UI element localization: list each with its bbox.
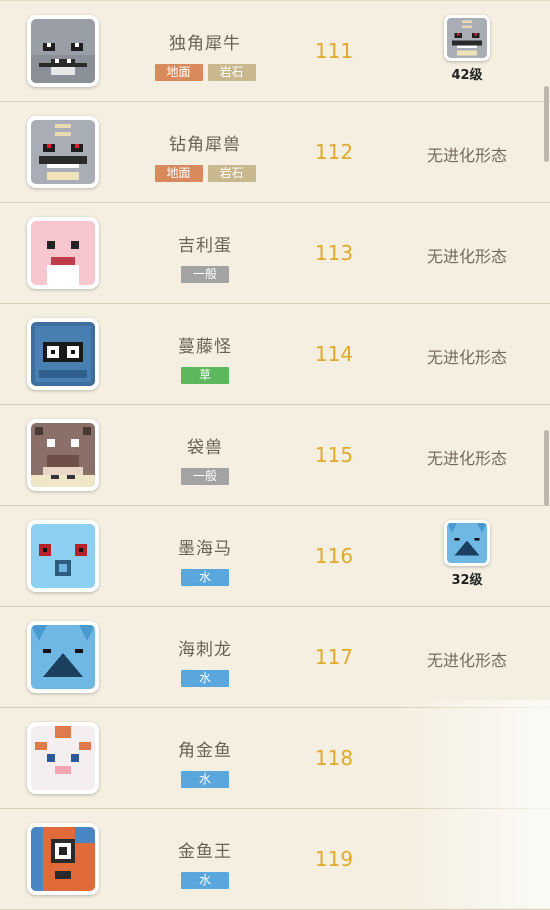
pokemon-name: 袋兽 [187,438,223,458]
list-item[interactable]: 蔓藤怪 草 114 无进化形态 [0,304,550,405]
list-item[interactable]: 墨海马 水 116 32级 [0,506,550,607]
pokedex-number: 112 [314,140,354,164]
type-badges: 水 [125,569,285,586]
type-badge: 岩石 [207,64,256,81]
type-badges: 水 [125,872,285,889]
goldeen-icon [27,722,99,794]
pokemon-name: 墨海马 [178,539,232,559]
pokedex-number: 113 [314,241,354,265]
pokemon-name: 钻角犀兽 [169,135,241,155]
pokedex-number: 119 [314,847,354,871]
type-badges: 一般 [125,468,285,485]
no-evolution-text: 无进化形态 [426,449,507,468]
list-item[interactable]: 独角犀牛 地面 岩石 111 42级 [0,0,550,102]
kangaskhan-icon [27,419,99,491]
seadra-icon [27,621,99,693]
type-badge: 一般 [181,468,229,485]
pokemon-name: 独角犀牛 [169,34,241,54]
list-item[interactable]: 钻角犀兽 地面 岩石 112 无进化形态 [0,102,550,203]
pokedex-number: 118 [314,746,354,770]
pokemon-name: 金鱼王 [178,842,232,862]
pokedex-number: 117 [314,645,354,669]
rhydon-icon [27,116,99,188]
no-evolution-text: 无进化形态 [426,651,507,670]
type-badge: 水 [181,771,229,788]
type-badge: 水 [181,872,229,889]
type-badge: 岩石 [207,165,256,182]
rhyhorn-icon [27,15,99,87]
type-badges: 一般 [125,266,285,283]
type-badge: 草 [181,367,229,384]
overlay-fade [400,700,550,908]
evolution[interactable]: 42级 [440,15,494,83]
list-item[interactable]: 吉利蛋 一般 113 无进化形态 [0,203,550,304]
pokedex-number: 115 [314,443,354,467]
pokedex-number: 116 [314,544,354,568]
type-badge: 水 [181,670,229,687]
horsea-icon [27,520,99,592]
seadra-icon [444,520,490,566]
pokemon-name: 海刺龙 [178,640,232,660]
pokemon-name: 角金鱼 [178,741,232,761]
list-item[interactable]: 袋兽 一般 115 无进化形态 [0,405,550,506]
type-badges: 地面 岩石 [125,165,285,182]
scrollbar-thumb-2[interactable] [544,430,549,506]
pokedex-number: 114 [314,342,354,366]
no-evolution-text: 无进化形态 [426,348,507,367]
type-badges: 地面 岩石 [125,64,285,81]
type-badge: 地面 [154,64,203,81]
type-badges: 草 [125,367,285,384]
evolution-level: 42级 [451,68,483,83]
type-badges: 水 [125,670,285,687]
no-evolution-text: 无进化形态 [426,247,507,266]
seaking-icon [27,823,99,895]
tangela-icon [27,318,99,390]
type-badge: 一般 [181,266,229,283]
scrollbar-thumb[interactable] [544,86,549,162]
pokedex-number: 111 [314,39,354,63]
chansey-icon [27,217,99,289]
no-evolution-text: 无进化形态 [426,146,507,165]
evolution-level: 32级 [451,573,483,588]
type-badge: 水 [181,569,229,586]
list-item[interactable]: 海刺龙 水 117 无进化形态 [0,607,550,708]
rhydon-icon [444,15,490,61]
pokemon-name: 蔓藤怪 [178,337,232,357]
pokemon-name: 吉利蛋 [178,236,232,256]
type-badge: 地面 [154,165,203,182]
type-badges: 水 [125,771,285,788]
evolution[interactable]: 32级 [440,520,494,588]
